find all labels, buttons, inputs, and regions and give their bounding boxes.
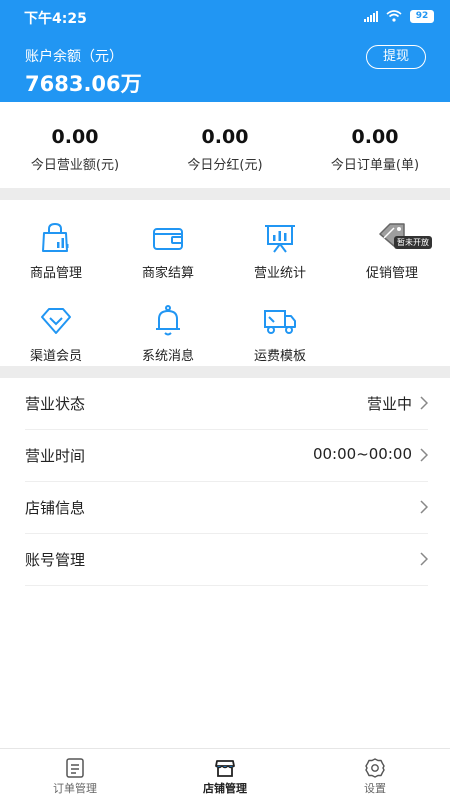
nav-label: 订单管理 xyxy=(53,782,97,795)
bell-icon xyxy=(156,305,180,336)
presentation-chart-icon xyxy=(265,225,295,253)
grid-label: 商家结算 xyxy=(141,266,194,281)
list-value: 00:00~00:00 xyxy=(312,445,412,463)
balance-value: 7683.06万 xyxy=(25,72,142,96)
stat-label: 今日分红(元) xyxy=(187,158,263,173)
grid-label: 营业统计 xyxy=(253,266,306,281)
stat-label: 今日订单量(单) xyxy=(330,158,420,173)
grid-item-members[interactable]: 渠道会员 xyxy=(0,303,112,364)
stat-value: 0.00 xyxy=(351,126,399,148)
grid-item-statistics[interactable]: 营业统计 xyxy=(224,220,336,281)
stat-value: 0.00 xyxy=(51,126,99,148)
grid-item-messages[interactable]: 系统消息 xyxy=(112,303,224,364)
stat-orders: 0.00 今日订单量(单) xyxy=(300,102,450,188)
withdraw-button[interactable]: 提现 xyxy=(366,45,426,69)
chevron-right-icon xyxy=(420,448,428,462)
list-item-business-hours[interactable]: 营业时间 00:00~00:00 xyxy=(25,430,428,482)
grid-label: 促销管理 xyxy=(365,266,418,281)
shopping-bag-chart-icon xyxy=(42,222,69,252)
list-label: 店铺信息 xyxy=(25,499,86,517)
nav-tab-orders[interactable]: 订单管理 xyxy=(0,749,150,800)
today-stats: 0.00 今日营业额(元) 0.00 今日分红(元) 0.00 今日订单量(单) xyxy=(0,102,450,188)
store-settings-list: 营业状态 营业中 营业时间 00:00~00:00 店铺信息 账号管理 xyxy=(0,378,450,586)
bottom-nav: 订单管理 店铺管理 设置 xyxy=(0,748,450,800)
order-list-icon xyxy=(66,758,84,778)
stat-value: 0.00 xyxy=(201,126,249,148)
nav-tab-store[interactable]: 店铺管理 xyxy=(150,749,300,800)
section-divider xyxy=(0,188,450,200)
battery-icon: 92 xyxy=(410,9,434,23)
grid-item-promotions[interactable]: 暂未开放 促销管理 xyxy=(336,220,448,281)
list-label: 营业时间 xyxy=(25,447,86,465)
section-divider xyxy=(0,366,450,378)
status-bar: 下午4:25 92 xyxy=(0,0,450,30)
store-icon xyxy=(215,760,235,777)
nav-label: 设置 xyxy=(364,782,386,795)
stat-dividend: 0.00 今日分红(元) xyxy=(150,102,300,188)
balance-label: 账户余额（元） xyxy=(25,49,123,65)
account-header: 下午4:25 92 账户余额（元） 7683.06万 提现 xyxy=(0,0,450,102)
grid-label: 运费模板 xyxy=(253,349,306,364)
signal-icon xyxy=(364,10,378,22)
chevron-right-icon xyxy=(420,500,428,514)
grid-label: 商品管理 xyxy=(29,266,82,281)
grid-item-settlement[interactable]: 商家结算 xyxy=(112,220,224,281)
list-item-store-info[interactable]: 店铺信息 xyxy=(25,482,428,534)
grid-label: 系统消息 xyxy=(141,349,194,364)
not-open-badge: 暂未开放 xyxy=(394,236,432,249)
list-label: 账号管理 xyxy=(25,551,86,569)
list-item-business-status[interactable]: 营业状态 营业中 xyxy=(25,378,428,430)
stat-revenue: 0.00 今日营业额(元) xyxy=(0,102,150,188)
nav-tab-settings[interactable]: 设置 xyxy=(300,749,450,800)
stat-label: 今日营业额(元) xyxy=(30,158,120,173)
wallet-icon xyxy=(153,228,183,250)
list-item-account-management[interactable]: 账号管理 xyxy=(25,534,428,586)
delivery-truck-icon xyxy=(264,310,296,334)
status-time: 下午4:25 xyxy=(24,11,87,27)
list-label: 营业状态 xyxy=(25,395,86,413)
list-value: 营业中 xyxy=(366,395,412,413)
wifi-icon xyxy=(386,10,402,22)
chevron-right-icon xyxy=(420,396,428,410)
status-icons: 92 xyxy=(364,8,434,24)
gear-icon xyxy=(365,758,385,778)
grid-label: 渠道会员 xyxy=(29,349,82,364)
nav-label: 店铺管理 xyxy=(203,782,247,795)
diamond-icon xyxy=(41,308,71,334)
function-grid: 商品管理 商家结算 营业统计 暂未开放 促销管理 渠道会员 系统消息 运费模板 xyxy=(0,200,450,366)
grid-item-products[interactable]: 商品管理 xyxy=(0,220,112,281)
grid-item-shipping[interactable]: 运费模板 xyxy=(224,303,336,364)
chevron-right-icon xyxy=(420,552,428,566)
